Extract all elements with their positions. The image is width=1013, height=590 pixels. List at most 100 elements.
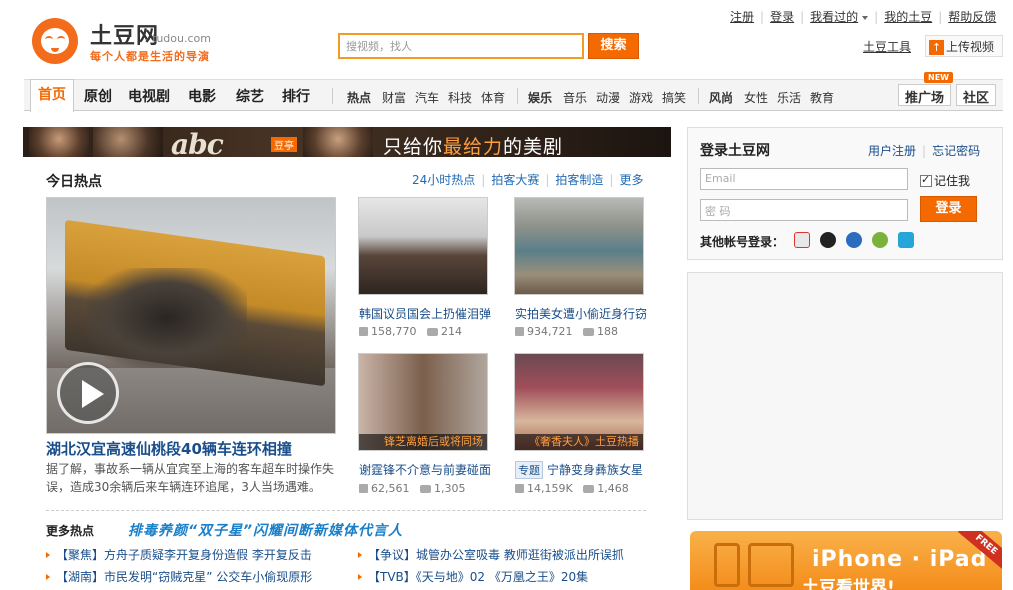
weibo-icon[interactable]	[794, 232, 810, 248]
thumb-caption: 《奢香夫人》土豆热播	[515, 434, 643, 450]
login-links: 用户注册 | 忘记密码	[868, 144, 981, 158]
nav-sports[interactable]: 体育	[481, 89, 505, 106]
tab-paike-contest[interactable]: 拍客大赛	[491, 173, 539, 187]
top-links: 注册 | 登录 | 我看过的 | 我的土豆 | 帮助反馈	[730, 10, 997, 24]
nav-education[interactable]: 教育	[810, 89, 834, 106]
section-title-today-hot: 今日热点	[46, 174, 102, 190]
video-title[interactable]: 谢霆锋不介意与前妻碰面	[359, 461, 491, 478]
upload-label: 上传视频	[946, 40, 995, 54]
logo-domain: tudou.com	[152, 32, 211, 45]
banner-ad[interactable]: abc 豆亭 只给你最给力的美剧	[23, 127, 671, 157]
nav-game[interactable]: 游戏	[629, 89, 653, 106]
register-link[interactable]: 注册	[730, 10, 754, 24]
nav-original[interactable]: 原创	[84, 86, 112, 106]
main-nav: 首页 原创 电视剧 电影 综艺 排行 热点 财富 汽车 科技 体育 娱乐 音乐 …	[24, 79, 1003, 112]
baidu-icon[interactable]	[846, 232, 862, 248]
qq-icon[interactable]	[820, 232, 836, 248]
history-link[interactable]: 我看过的	[810, 10, 858, 24]
main-video-thumbnail[interactable]	[46, 197, 336, 434]
topic-badge[interactable]: 专题	[515, 461, 543, 479]
password-field[interactable]: 密 码	[700, 199, 908, 221]
search-input[interactable]: 搜视频，找人	[338, 33, 584, 59]
nav-divider	[332, 88, 333, 104]
my-tudou-link[interactable]: 我的土豆	[884, 10, 932, 24]
section-title-more-hot: 更多热点	[46, 524, 95, 538]
main-video-desc: 据了解，事故系一辆从宜宾至上海的客车超车时操作失误，造成30余辆后来车辆连环追尾…	[46, 462, 335, 494]
nav-ent[interactable]: 娱乐	[528, 89, 552, 106]
tools-link[interactable]: 土豆工具	[863, 38, 911, 55]
video-thumbnail[interactable]	[514, 197, 644, 295]
remember-checkbox[interactable]	[920, 173, 932, 187]
news-link[interactable]: 【TVB】《天与地》02 《万凰之王》20集	[358, 568, 588, 585]
tab-24h-hot[interactable]: 24小时热点	[412, 173, 475, 187]
nav-tech[interactable]: 科技	[448, 89, 472, 106]
nav-auto[interactable]: 汽车	[415, 89, 439, 106]
nav-hot[interactable]: 热点	[347, 89, 371, 106]
nav-ranking[interactable]: 排行	[282, 86, 310, 106]
msn-icon[interactable]	[872, 232, 888, 248]
forgot-password-link[interactable]: 忘记密码	[932, 144, 980, 158]
video-thumbnail[interactable]	[358, 197, 488, 295]
logo-title: 土豆网	[90, 24, 160, 49]
upload-arrow-icon: ↑	[929, 40, 944, 55]
ad-headline: iPhone · iPad	[812, 547, 988, 572]
nav-tv[interactable]: 电视剧	[128, 86, 170, 106]
nav-lohas[interactable]: 乐活	[777, 89, 801, 106]
video-stats: 934,721 188	[515, 325, 618, 338]
user-register-link[interactable]: 用户注册	[868, 144, 916, 158]
login-link[interactable]: 登录	[770, 10, 794, 24]
video-thumbnail[interactable]: 锋芝离婚后或将同场	[358, 353, 488, 451]
ad-placeholder	[687, 272, 1003, 520]
hot-tabs: 24小时热点 | 拍客大赛 | 拍客制造 | 更多	[412, 173, 644, 187]
nav-promo-square[interactable]: 推广场	[898, 84, 952, 106]
nav-women[interactable]: 女性	[744, 89, 768, 106]
renren-icon[interactable]	[898, 232, 914, 248]
nav-home-tab[interactable]: 首页	[30, 79, 74, 112]
tablet-icon	[748, 543, 794, 587]
main-video-title[interactable]: 湖北汉宜高速仙桃段40辆车连环相撞	[46, 438, 292, 459]
play-count-icon	[515, 327, 524, 336]
video-title[interactable]: 实拍美女遭小偷近身行窃	[515, 305, 647, 322]
video-stats: 62,561 1,305	[359, 482, 466, 495]
video-title[interactable]: 宁静变身彝族女星	[547, 463, 643, 477]
nav-divider	[698, 88, 699, 104]
upload-button[interactable]: ↑ 上传视频	[925, 35, 1003, 57]
ad-subline: 土豆看世界!	[802, 578, 895, 590]
comment-icon	[583, 485, 595, 493]
tab-paike-made[interactable]: 拍客制造	[555, 173, 603, 187]
iphone-ipad-ad[interactable]: iPhone · iPad 土豆看世界! FREE	[690, 531, 1002, 590]
logo[interactable]: 土豆网 tudou.com 每个人都是生活的导演	[30, 14, 240, 70]
news-link[interactable]: 【湖南】市民发明“窃贼克星” 公交车小偷现原形	[46, 568, 312, 585]
nav-finance[interactable]: 财富	[382, 89, 406, 106]
video-title[interactable]: 韩国议员国会上扔催泪弹	[359, 305, 491, 322]
banner-photo	[29, 127, 89, 157]
video-title-row: 专题 宁静变身彝族女星	[515, 461, 643, 479]
nav-music[interactable]: 音乐	[563, 89, 587, 106]
video-stats: 14,159K 1,468	[515, 482, 629, 495]
chevron-down-icon[interactable]	[862, 15, 869, 20]
nav-divider	[517, 88, 518, 104]
banner-photo	[93, 127, 163, 157]
nav-community[interactable]: 社区	[956, 84, 997, 106]
help-link[interactable]: 帮助反馈	[948, 10, 996, 24]
login-button[interactable]: 登录	[920, 196, 977, 222]
comment-icon	[583, 328, 594, 336]
promo-link[interactable]: 排毒养颜“双子星”闪耀间断新媒体代言人	[128, 520, 403, 540]
news-link[interactable]: 【争议】城管办公室吸毒 教师逛街被派出所误抓	[358, 546, 624, 563]
search-button[interactable]: 搜索	[588, 33, 639, 59]
play-icon[interactable]	[57, 362, 119, 424]
comment-icon	[420, 485, 431, 493]
video-thumbnail[interactable]: 《奢香夫人》土豆热播	[514, 353, 644, 451]
nav-funny[interactable]: 搞笑	[662, 89, 686, 106]
nav-variety[interactable]: 综艺	[236, 86, 264, 106]
nav-anime[interactable]: 动漫	[596, 89, 620, 106]
divider	[46, 510, 646, 511]
other-login-label: 其他帐号登录：	[700, 235, 785, 249]
news-link[interactable]: 【聚焦】方舟子质疑李开复身份造假 李开复反击	[46, 546, 312, 563]
email-field[interactable]: Email	[700, 168, 908, 190]
nav-fashion[interactable]: 风尚	[709, 89, 733, 106]
tab-more[interactable]: 更多	[619, 173, 643, 187]
remember-me[interactable]: 记住我	[920, 172, 970, 189]
nav-movie[interactable]: 电影	[188, 86, 216, 106]
phone-icon	[714, 543, 740, 587]
